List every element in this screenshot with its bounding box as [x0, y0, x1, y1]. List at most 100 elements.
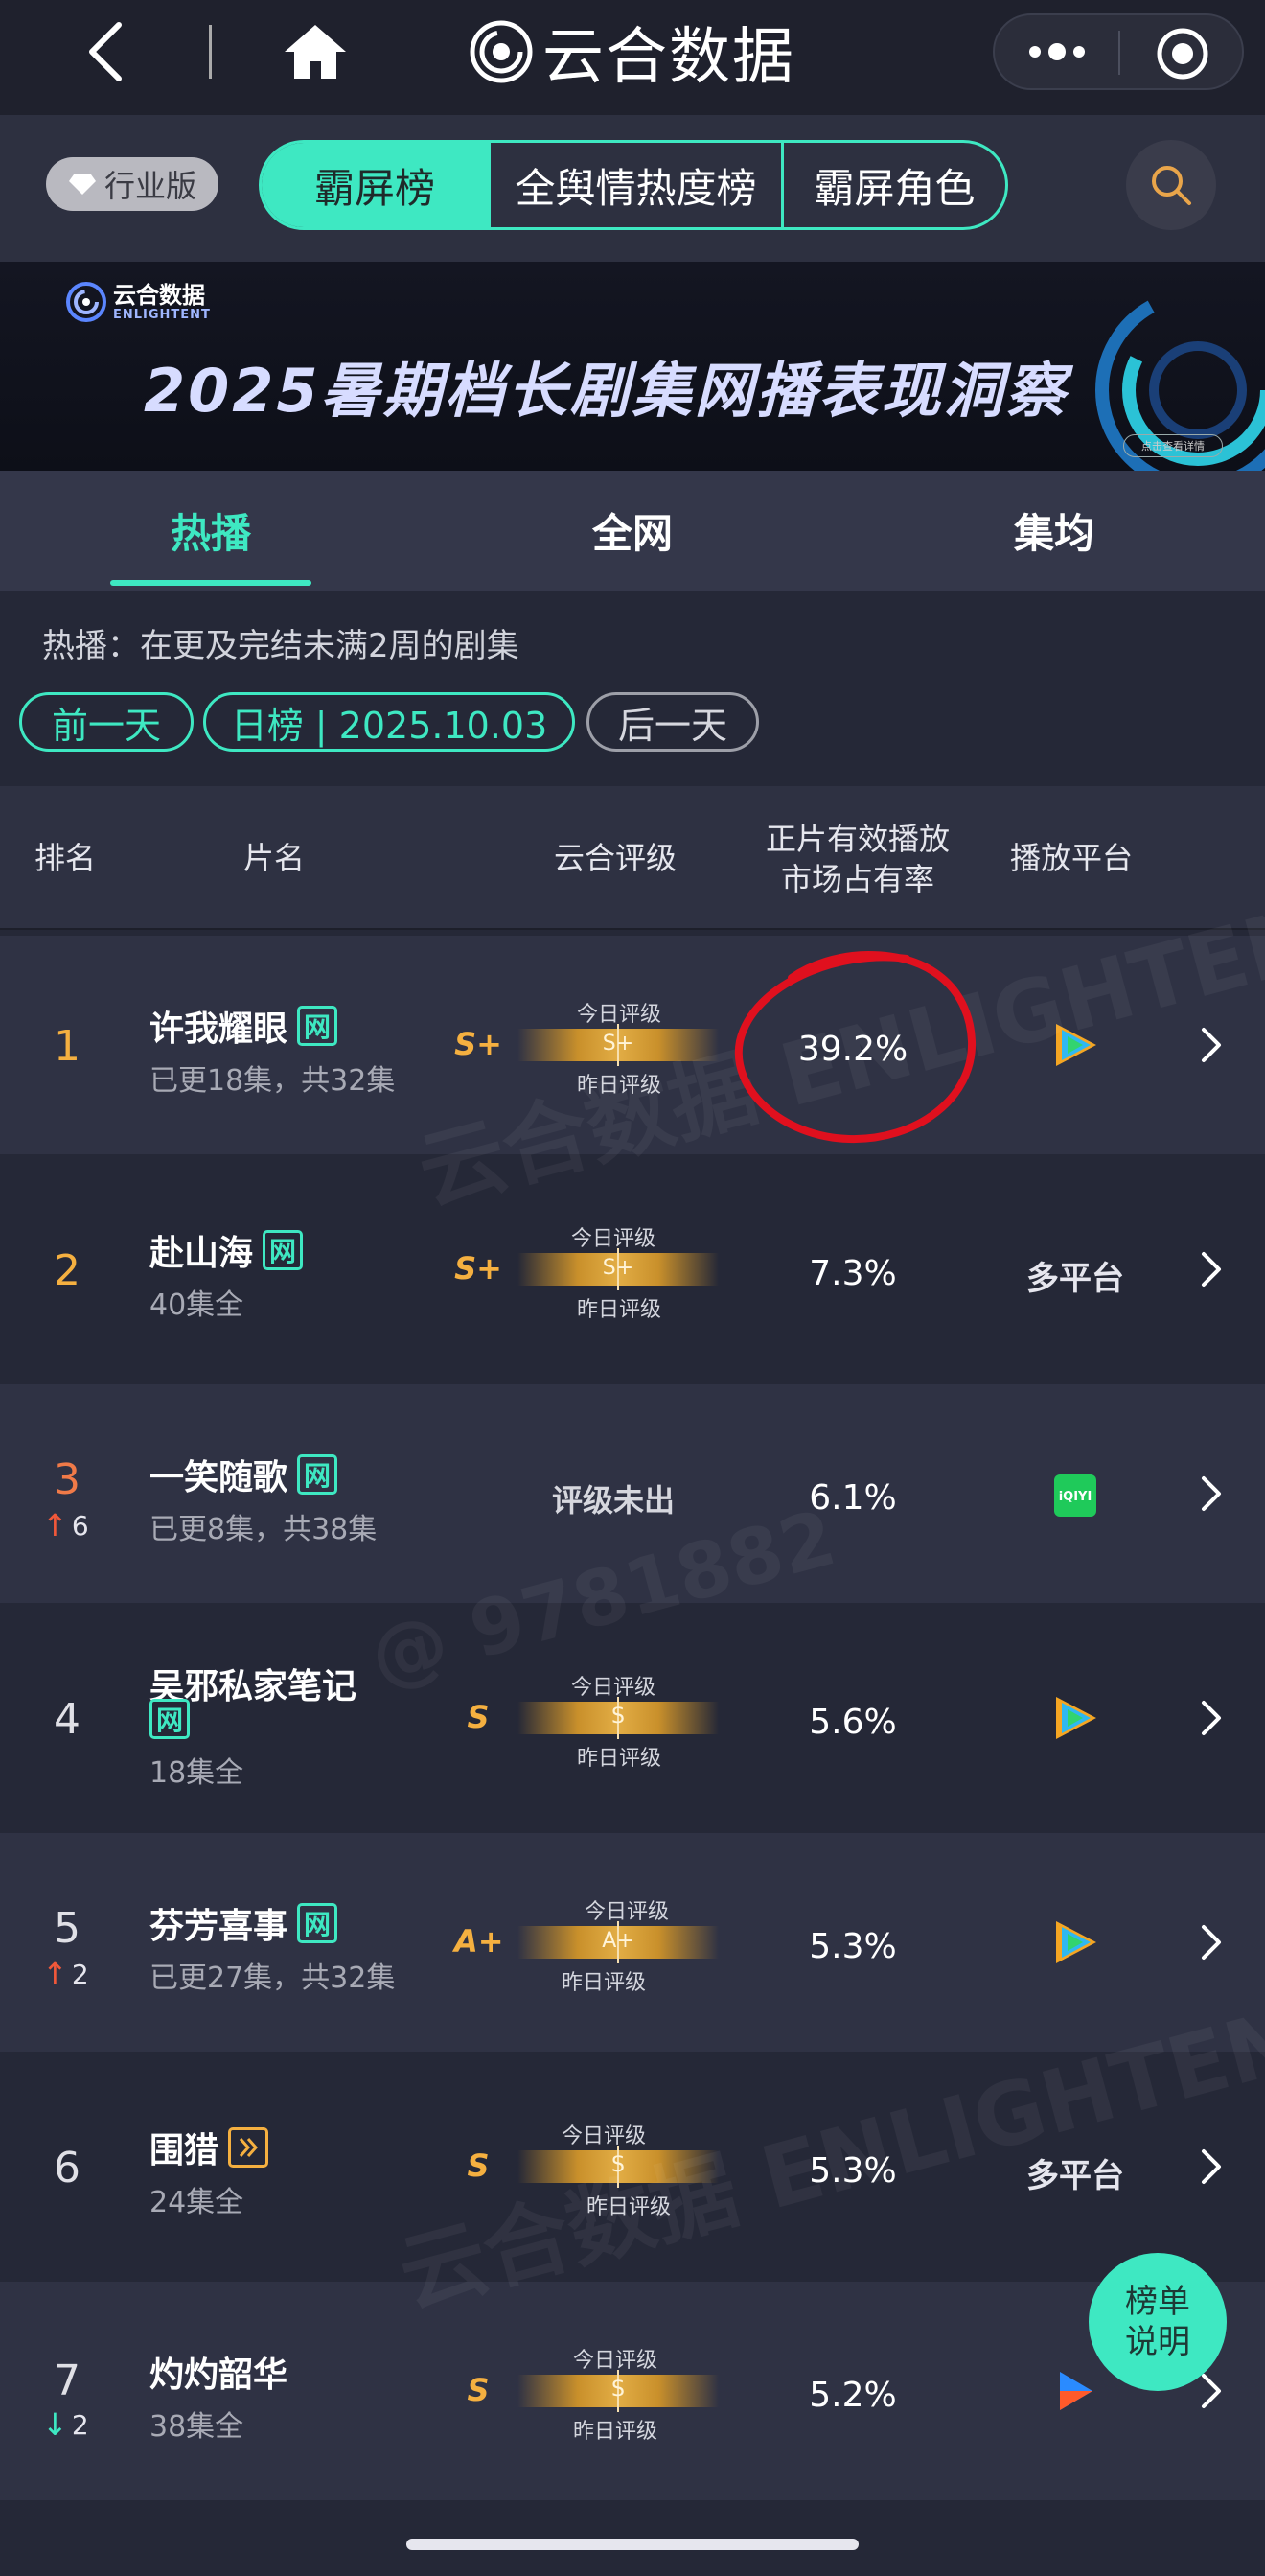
gauge-grade: A+ — [602, 1929, 634, 1953]
rank-change: 2 — [71, 1958, 89, 1990]
help-line2: 说明 — [1125, 2323, 1190, 2361]
banner-logo-cn: 云合数据 — [113, 281, 205, 309]
chevron-right-icon[interactable] — [1198, 1026, 1225, 1064]
tab-hot-airing[interactable]: 热播 — [0, 471, 422, 591]
gauge-grade: S — [611, 1705, 625, 1729]
help-line1: 榜单 — [1125, 2283, 1190, 2321]
rank-number: 7 — [54, 2356, 80, 2405]
more-icon[interactable] — [1024, 33, 1091, 71]
gauge-grade: S — [611, 2153, 625, 2177]
table-row[interactable]: 2 赴山海 网 40集全 S+ 今日评级 S+ 昨日评级 7.3% 多平台 — [0, 1160, 1265, 1379]
current-grade: A+ — [454, 1923, 504, 1960]
web-series-badge: 网 — [263, 1230, 304, 1270]
table-row[interactable]: 6 围猎 24集全 S 今日评级 S 昨日评级 5.3% 多平台 — [0, 2057, 1265, 2276]
close-icon[interactable] — [1156, 27, 1209, 81]
gauge-yesterday-label: 昨日评级 — [586, 2195, 672, 2219]
show-title-line: 许我耀眼 网 — [150, 1001, 338, 1051]
diamond-icon — [68, 174, 96, 195]
back-icon[interactable] — [77, 17, 134, 86]
episode-info: 40集全 — [150, 1288, 244, 1322]
ranking-help-button[interactable]: 榜单 说明 — [1089, 2253, 1227, 2391]
table-row[interactable]: 7 ↓ 2 灼灼韶华 38集全 S 今日评级 S 昨日评级 5.2% — [0, 2282, 1265, 2500]
edition-label: 行业版 — [104, 168, 196, 204]
show-title: 一笑随歌 — [150, 1458, 288, 1497]
gauge-yesterday-label: 昨日评级 — [577, 1298, 662, 1322]
arrow-down-icon: ↓ — [42, 2406, 68, 2443]
web-series-badge: 网 — [150, 1699, 190, 1739]
capsule-divider — [1118, 31, 1120, 75]
home-indicator — [406, 2539, 859, 2550]
chevron-right-icon[interactable] — [1198, 1923, 1225, 1961]
tab-public-opinion-heat[interactable]: 全舆情热度榜 — [488, 143, 781, 227]
rating-not-available: 评级未出 — [551, 1482, 675, 1519]
web-series-badge: 网 — [297, 1006, 338, 1046]
search-button[interactable] — [1126, 140, 1216, 230]
chevron-right-icon[interactable] — [1198, 1474, 1225, 1513]
tab-all-network[interactable]: 全网 — [422, 471, 843, 591]
rank-number: 6 — [54, 2144, 80, 2193]
gauge-yesterday-label: 昨日评级 — [562, 1971, 647, 1995]
fast-forward-badge — [228, 2127, 269, 2168]
chevron-right-icon[interactable] — [1198, 1250, 1225, 1288]
brand-logo-icon — [66, 282, 106, 322]
chevron-right-icon[interactable] — [1198, 2147, 1225, 2186]
gauge-yesterday-label: 昨日评级 — [577, 1747, 662, 1771]
table-row[interactable]: 4 吴邪私家笔记 网 18集全 S 今日评级 S 昨日评级 5.6% — [0, 1609, 1265, 1827]
search-icon — [1152, 166, 1191, 205]
ranking-description: 热播：在更及完结未满2周的剧集 — [42, 627, 519, 665]
tab-hot-airing-label: 热播 — [170, 510, 251, 557]
svg-text:iQIYI: iQIYI — [1059, 1490, 1092, 1504]
gauge-today-label: 今日评级 — [585, 1900, 670, 1924]
chevron-right-icon[interactable] — [1198, 1699, 1225, 1737]
home-icon[interactable] — [283, 21, 348, 82]
market-share: 6.1% — [809, 1478, 897, 1518]
episode-info: 24集全 — [150, 2186, 244, 2219]
rating-gauge: 今日评级 S+ 昨日评级 — [518, 997, 719, 1098]
page-title: 云合数据 — [542, 22, 795, 93]
gauge-grade: S+ — [602, 1032, 634, 1056]
rank-change: 6 — [71, 1509, 89, 1542]
tab-episode-average[interactable]: 集均 — [843, 471, 1265, 591]
tab-dominant-roles[interactable]: 霸屏角色 — [781, 143, 1005, 227]
episode-info: 18集全 — [150, 1756, 244, 1790]
table-row[interactable]: 1 许我耀眼 网 已更18集，共32集 S+ 今日评级 S+ 昨日评级 39.2… — [0, 936, 1265, 1154]
date-selector[interactable]: 日榜 | 2025.10.03 — [203, 692, 575, 752]
previous-day-button[interactable]: 前一天 — [19, 692, 194, 752]
rank-trend: ↑ 2 — [42, 1956, 89, 1992]
gauge-yesterday-label: 昨日评级 — [577, 1074, 662, 1098]
ranking-type-bar: 行业版 霸屏榜 全舆情热度榜 霸屏角色 — [0, 115, 1265, 262]
banner-logo-en: ENLIGHTENT — [113, 307, 211, 322]
gauge-grade: S+ — [602, 1256, 634, 1280]
show-title: 围猎 — [150, 2131, 219, 2170]
market-share: 5.3% — [809, 1927, 897, 1966]
promo-banner[interactable]: 云合数据 ENLIGHTENT 2025暑期档长剧集网播表现洞察 点击查看详情 — [0, 262, 1265, 471]
episode-info: 已更27集，共32集 — [150, 1961, 396, 1995]
rank-number: 1 — [54, 1022, 80, 1071]
show-title-line: 灼灼韶华 — [150, 2347, 288, 2397]
rank-number: 4 — [54, 1695, 80, 1744]
chevron-right-icon[interactable] — [1198, 2372, 1225, 2410]
fast-forward-icon — [239, 2138, 259, 2157]
table-row[interactable]: 5 ↑ 2 芬芳喜事 网 已更27集，共32集 A+ 今日评级 A+ 昨日评级 … — [0, 1833, 1265, 2052]
episode-info: 已更18集，共32集 — [150, 1064, 396, 1098]
rating-gauge: 今日评级 A+ 昨日评级 — [518, 1894, 719, 1995]
market-share: 7.3% — [809, 1254, 897, 1293]
table-row[interactable]: 3 ↑ 6 一笑随歌 网 已更8集，共38集 评级未出 6.1% iQIYI — [0, 1384, 1265, 1603]
ranking-segment-control: 霸屏榜 全舆情热度榜 霸屏角色 — [259, 140, 1008, 230]
edition-badge[interactable]: 行业版 — [46, 157, 218, 211]
banner-title: 2025暑期档长剧集网播表现洞察 — [144, 356, 1069, 426]
rank-change: 2 — [71, 2408, 89, 2441]
tab-screen-dominance[interactable]: 霸屏榜 — [262, 143, 488, 227]
current-grade: S+ — [454, 1026, 502, 1062]
show-title: 芬芳喜事 — [150, 1907, 288, 1946]
next-day-button[interactable]: 后一天 — [586, 692, 759, 752]
banner-detail-tag[interactable]: 点击查看详情 — [1123, 434, 1223, 457]
arrow-up-icon: ↑ — [42, 1507, 68, 1543]
gauge-today-label: 今日评级 — [562, 2124, 647, 2148]
badge-line: 网 — [150, 1699, 190, 1739]
nav-divider — [209, 25, 212, 79]
tencent-video-icon — [1056, 1024, 1096, 1066]
gauge-today-label: 今日评级 — [571, 1676, 656, 1700]
arrow-up-icon: ↑ — [42, 1956, 68, 1992]
rating-gauge: 今日评级 S 昨日评级 — [518, 2119, 719, 2219]
